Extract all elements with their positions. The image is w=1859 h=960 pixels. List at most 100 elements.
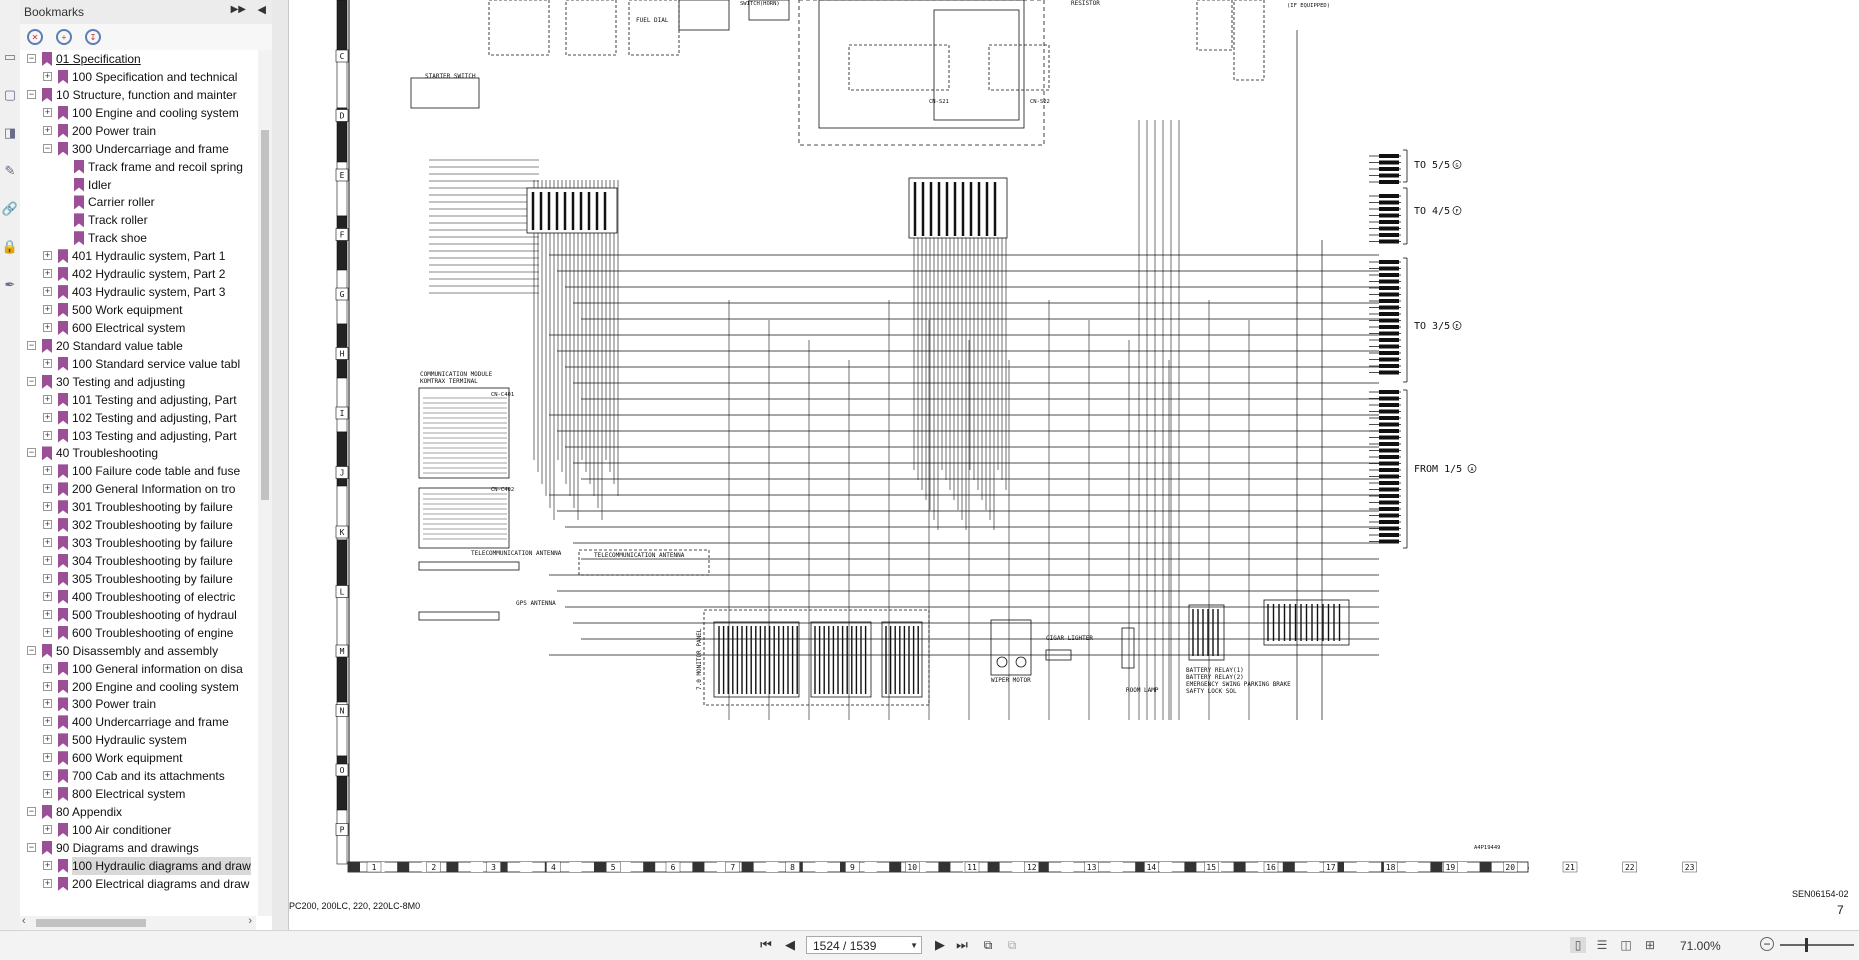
bookmark-item[interactable]: Idler: [20, 176, 256, 194]
page-dropdown-icon[interactable]: ▼: [910, 937, 918, 955]
bookmark-item[interactable]: +303 Troubleshooting by failure: [20, 534, 256, 552]
signatures-icon[interactable]: ✒: [1, 276, 19, 294]
expand-current-bookmark-icon[interactable]: ↧: [85, 29, 101, 45]
expand-toggle-icon[interactable]: +: [43, 860, 52, 870]
bookmark-item[interactable]: +200 Engine and cooling system: [20, 678, 256, 696]
vertical-scroll-thumb[interactable]: [261, 130, 269, 500]
bookmark-item[interactable]: +100 Failure code table and fuse: [20, 462, 256, 480]
bookmark-item[interactable]: +304 Troubleshooting by failure: [20, 552, 256, 570]
two-page-continuous-icon[interactable]: ⊞: [1642, 937, 1658, 953]
expand-toggle-icon[interactable]: +: [43, 771, 52, 781]
expand-toggle-icon[interactable]: +: [43, 502, 52, 512]
collapse-toggle-icon[interactable]: −: [27, 448, 36, 458]
bookmark-item[interactable]: − 10 Structure, function and mainter: [20, 86, 256, 104]
bookmark-item[interactable]: +600 Electrical system: [20, 319, 256, 337]
new-bookmark-icon[interactable]: +: [56, 29, 72, 45]
first-page-icon[interactable]: ⏮: [756, 936, 776, 954]
bookmark-item[interactable]: +402 Hydraulic system, Part 2: [20, 265, 256, 283]
expand-toggle-icon[interactable]: +: [43, 573, 52, 583]
bookmark-item[interactable]: +100 Air conditioner: [20, 821, 256, 839]
expand-toggle-icon[interactable]: +: [43, 466, 52, 476]
bookmark-item[interactable]: +101 Testing and adjusting, Part: [20, 391, 256, 409]
expand-toggle-icon[interactable]: +: [43, 789, 52, 799]
bookmark-item[interactable]: +100 Standard service value tabl: [20, 355, 256, 373]
bookmark-item[interactable]: +100 Engine and cooling system: [20, 104, 256, 122]
expand-toggle-icon[interactable]: +: [43, 430, 52, 440]
security-lock-icon[interactable]: 🔒: [1, 238, 19, 256]
bookmark-item[interactable]: +302 Troubleshooting by failure: [20, 516, 256, 534]
bookmark-item[interactable]: +200 General Information on tro: [20, 480, 256, 498]
collapse-panel-icon[interactable]: ◀: [258, 3, 266, 16]
bookmark-item[interactable]: − 30 Testing and adjusting: [20, 373, 256, 391]
bookmark-item[interactable]: +400 Troubleshooting of electric: [20, 588, 256, 606]
page-icon[interactable]: ▢: [1, 86, 19, 104]
bookmarks-vertical-scrollbar[interactable]: [258, 50, 272, 916]
scroll-left-icon[interactable]: ‹: [22, 915, 26, 927]
expand-toggle-icon[interactable]: +: [43, 394, 52, 404]
expand-toggle-icon[interactable]: +: [43, 609, 52, 619]
collapse-toggle-icon[interactable]: −: [27, 89, 36, 99]
bookmark-item[interactable]: − 50 Disassembly and assembly: [20, 642, 256, 660]
previous-view-icon[interactable]: ⧉: [978, 936, 998, 954]
collapse-toggle-icon[interactable]: −: [27, 842, 36, 852]
bookmark-item[interactable]: Track roller: [20, 211, 256, 229]
expand-toggle-icon[interactable]: +: [43, 125, 52, 135]
expand-toggle-icon[interactable]: +: [43, 251, 52, 261]
bookmarks-horizontal-scrollbar[interactable]: ‹ ›: [20, 915, 256, 930]
single-page-view-icon[interactable]: ▯: [1570, 937, 1586, 953]
expand-toggle-icon[interactable]: +: [43, 824, 52, 834]
expand-toggle-icon[interactable]: +: [43, 287, 52, 297]
bookmark-item[interactable]: +200 Power train: [20, 122, 256, 140]
expand-toggle-icon[interactable]: +: [43, 358, 52, 368]
bookmark-item[interactable]: +400 Undercarriage and frame: [20, 713, 256, 731]
scroll-right-icon[interactable]: ›: [248, 915, 252, 927]
bookmark-item[interactable]: +103 Testing and adjusting, Part: [20, 427, 256, 445]
collapse-toggle-icon[interactable]: −: [27, 807, 36, 817]
zoom-slider-thumb[interactable]: [1805, 938, 1808, 952]
next-page-icon[interactable]: ▶: [930, 936, 950, 954]
zoom-level[interactable]: 71.00%: [1680, 939, 1721, 953]
document-view[interactable]: C D E F G H I J K L M N O P 1 2 3 4 5 6 7 8 9 10 11 12 13 14 15 16 17 1…: [289, 0, 1859, 930]
previous-page-icon[interactable]: ◀: [780, 936, 800, 954]
bookmark-item[interactable]: +500 Troubleshooting of hydraul: [20, 606, 256, 624]
two-page-view-icon[interactable]: ◫: [1618, 937, 1634, 953]
comments-icon[interactable]: ✎: [1, 162, 19, 180]
layers-icon[interactable]: ◨: [1, 124, 19, 142]
expand-toggle-icon[interactable]: +: [43, 717, 52, 727]
expand-toggle-icon[interactable]: +: [43, 305, 52, 315]
bookmark-item[interactable]: +500 Hydraulic system: [20, 731, 256, 749]
horizontal-scroll-thumb[interactable]: [36, 919, 146, 927]
bookmark-item[interactable]: − 01 Specification: [20, 50, 256, 68]
collapse-toggle-icon[interactable]: −: [27, 54, 36, 63]
bookmark-item[interactable]: +401 Hydraulic system, Part 1: [20, 247, 256, 265]
attachments-icon[interactable]: 🔗: [1, 200, 19, 218]
zoom-slider-track[interactable]: [1780, 944, 1854, 946]
bookmark-item[interactable]: +301 Troubleshooting by failure: [20, 498, 256, 516]
bookmark-item[interactable]: +500 Work equipment: [20, 301, 256, 319]
page-thumbnails-icon[interactable]: ▭: [1, 48, 19, 66]
bookmark-item[interactable]: +403 Hydraulic system, Part 3: [20, 283, 256, 301]
bookmark-item[interactable]: Carrier roller: [20, 193, 256, 211]
continuous-view-icon[interactable]: ☰: [1594, 937, 1610, 953]
bookmark-item[interactable]: +300 Power train: [20, 695, 256, 713]
bookmark-item[interactable]: +600 Work equipment: [20, 749, 256, 767]
expand-toggle-icon[interactable]: +: [43, 753, 52, 763]
bookmark-item[interactable]: +200 Electrical diagrams and draw: [20, 875, 256, 893]
collapse-toggle-icon[interactable]: −: [27, 340, 36, 350]
expand-toggle-icon[interactable]: +: [43, 591, 52, 601]
bookmark-item[interactable]: +100 Specification and technical: [20, 68, 256, 86]
bookmark-item[interactable]: +700 Cab and its attachments: [20, 767, 256, 785]
page-number-field[interactable]: 1524 / 1539 ▼: [806, 936, 922, 954]
last-page-icon[interactable]: ⏭: [952, 936, 972, 954]
collapse-toggle-icon[interactable]: −: [27, 376, 36, 386]
expand-toggle-icon[interactable]: +: [43, 107, 52, 117]
expand-toggle-icon[interactable]: +: [43, 878, 52, 888]
expand-toggle-icon[interactable]: +: [43, 412, 52, 422]
collapse-toggle-icon[interactable]: −: [27, 645, 36, 655]
expand-toggle-icon[interactable]: +: [43, 663, 52, 673]
bookmark-item[interactable]: − 300 Undercarriage and frame: [20, 140, 256, 158]
expand-toggle-icon[interactable]: +: [43, 269, 52, 279]
collapse-toggle-icon[interactable]: −: [43, 143, 52, 153]
expand-toggle-icon[interactable]: +: [43, 71, 52, 81]
bookmark-item[interactable]: − 40 Troubleshooting: [20, 444, 256, 462]
